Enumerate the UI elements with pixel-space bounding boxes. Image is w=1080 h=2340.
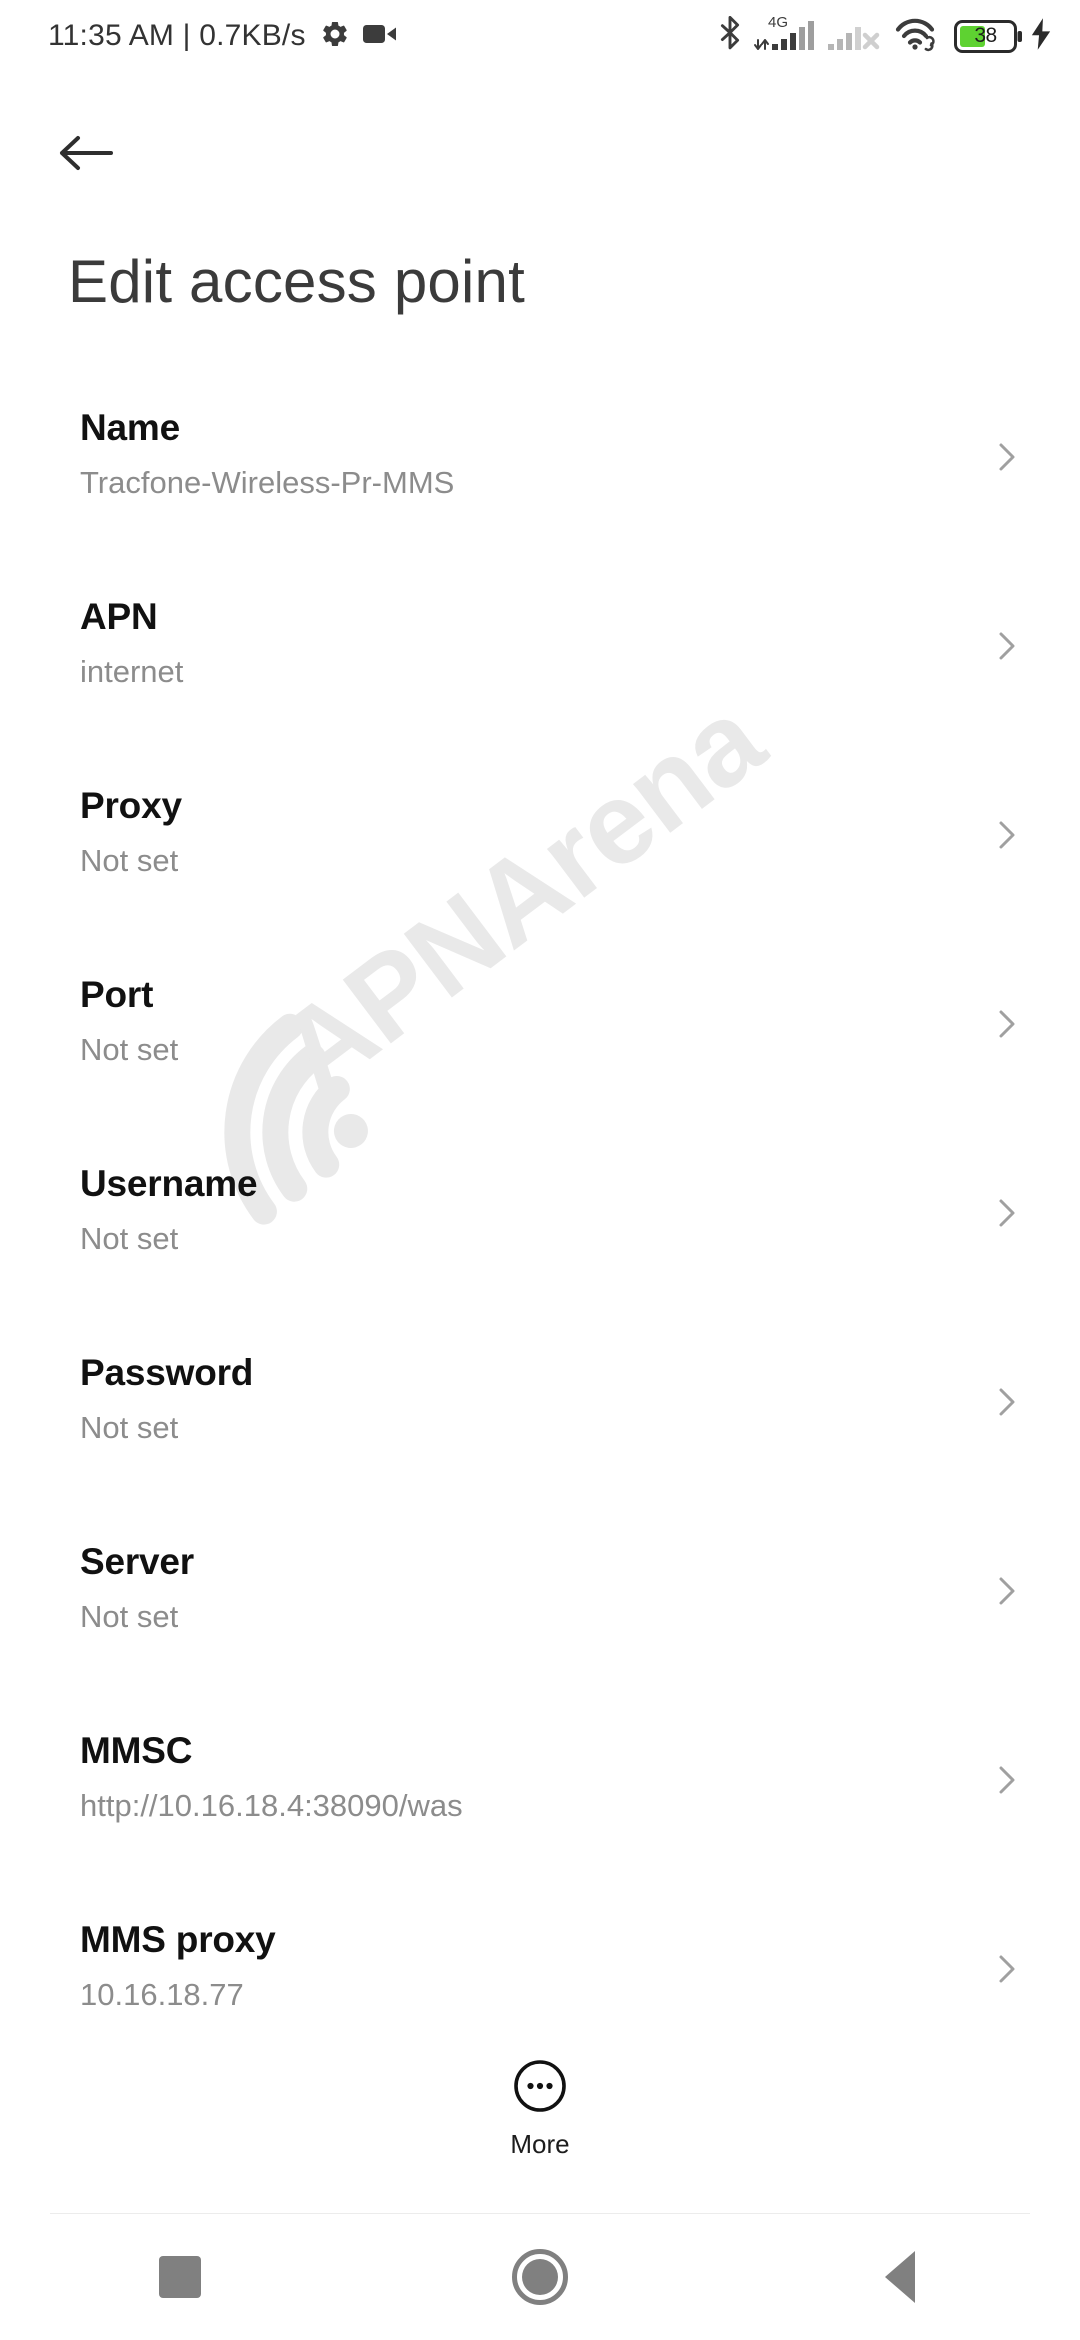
field-value: http://10.16.18.4:38090/was: [80, 1788, 463, 1823]
more-overflow-icon: [512, 2058, 568, 2119]
chevron-right-icon: [989, 1195, 1025, 1231]
back-triangle-icon: [885, 2251, 915, 2303]
nav-back-button[interactable]: [720, 2214, 1080, 2340]
wifi-linked-icon: [895, 16, 941, 57]
battery-percent-label: 38: [974, 24, 997, 47]
list-item[interactable]: Password Not set: [0, 1340, 1080, 1529]
network-type-label: 4G: [768, 13, 789, 31]
list-item[interactable]: Name Tracfone-Wireless-Pr-MMS: [0, 395, 1080, 584]
field-value: Not set: [80, 1221, 179, 1256]
list-item[interactable]: Username Not set: [0, 1151, 1080, 1340]
signal-bars-4g-icon: 4G: [753, 13, 819, 57]
more-button[interactable]: More: [0, 2058, 1080, 2160]
list-item[interactable]: MMS proxy 10.16.18.77: [0, 1907, 1080, 2060]
field-label: Server: [80, 1541, 195, 1582]
list-item[interactable]: MMSC http://10.16.18.4:38090/was: [0, 1718, 1080, 1907]
field-value: 10.16.18.77: [80, 1977, 244, 2012]
field-value: Not set: [80, 843, 179, 878]
status-bar-left: 11:35 AM | 0.7KB/s: [48, 19, 397, 54]
page-title: Edit access point: [68, 248, 525, 315]
chevron-right-icon: [989, 817, 1025, 853]
chevron-right-icon: [989, 1384, 1025, 1420]
back-arrow-icon[interactable]: [48, 115, 124, 191]
chevron-right-icon: [989, 439, 1025, 475]
chevron-right-icon: [989, 1006, 1025, 1042]
status-bar-clock: 11:35 AM | 0.7KB/s: [48, 19, 306, 52]
signal-bars-no-service-icon: [827, 16, 883, 57]
field-label: MMSC: [80, 1730, 193, 1771]
field-label: Proxy: [80, 785, 182, 826]
status-bar: 11:35 AM | 0.7KB/s 4G 38: [0, 0, 1080, 72]
field-value: Not set: [80, 1032, 179, 1067]
gear-icon: [320, 19, 350, 54]
home-circle-icon: [512, 2249, 568, 2305]
list-item[interactable]: APN internet: [0, 584, 1080, 773]
chevron-right-icon: [989, 1762, 1025, 1798]
battery-icon: 38: [954, 19, 1022, 53]
nav-recents-button[interactable]: [0, 2214, 360, 2340]
more-button-label: More: [510, 2129, 570, 2159]
field-value: internet: [80, 654, 184, 689]
field-label: Password: [80, 1352, 254, 1393]
video-camera-icon: [362, 22, 397, 51]
field-label: Name: [80, 407, 180, 448]
field-label: APN: [80, 596, 158, 637]
list-item[interactable]: Port Not set: [0, 962, 1080, 1151]
app-screen: 11:35 AM | 0.7KB/s 4G 38 Edit access poi…: [0, 0, 1080, 2340]
field-value: Not set: [80, 1410, 179, 1445]
field-value: Not set: [80, 1599, 179, 1634]
list-item[interactable]: Server Not set: [0, 1529, 1080, 1718]
list-item[interactable]: Proxy Not set: [0, 773, 1080, 962]
recents-square-icon: [159, 2256, 201, 2298]
chevron-right-icon: [989, 1951, 1025, 1987]
status-bar-right: 4G 38: [717, 13, 1054, 57]
access-point-fields-list: Name Tracfone-Wireless-Pr-MMS APN intern…: [0, 395, 1080, 2060]
nav-home-button[interactable]: [360, 2214, 720, 2340]
chevron-right-icon: [989, 628, 1025, 664]
field-value: Tracfone-Wireless-Pr-MMS: [80, 465, 455, 500]
charging-bolt-icon: [1028, 17, 1054, 56]
field-label: Port: [80, 974, 154, 1015]
field-label: Username: [80, 1163, 258, 1204]
system-navigation-bar: [0, 2214, 1080, 2340]
bluetooth-icon: [717, 15, 743, 57]
field-label: MMS proxy: [80, 1919, 276, 1960]
chevron-right-icon: [989, 1573, 1025, 1609]
